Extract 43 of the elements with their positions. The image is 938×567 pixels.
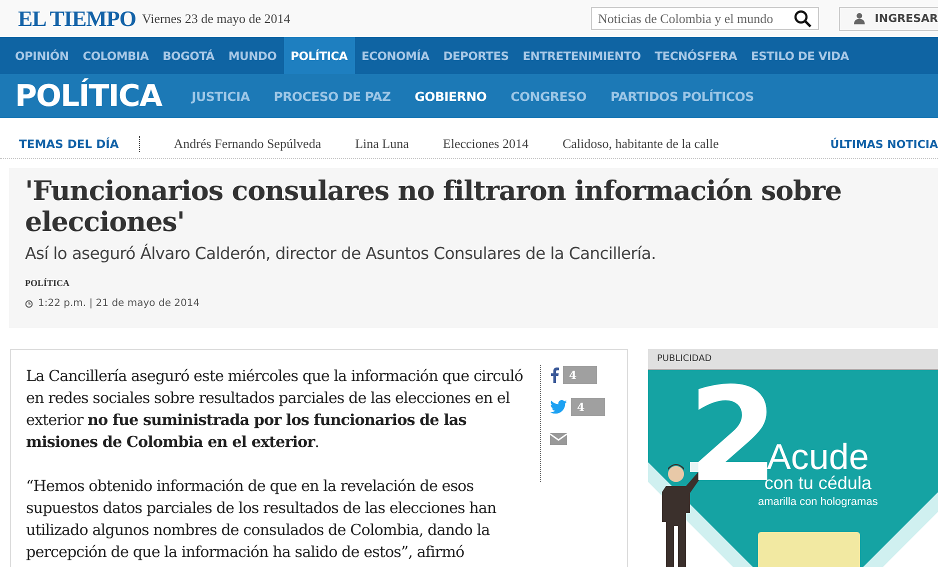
ad-tagline: amarilla con hologramas [758, 496, 878, 508]
subnav-link[interactable]: PROCESO DE PAZ [274, 88, 391, 104]
nav-tab[interactable]: DEPORTES [436, 37, 516, 74]
latest-news-link[interactable]: ÚLTIMAS NOTICIA [830, 138, 938, 150]
article-paragraph: “Hemos obtenido información de que en la revelación de esos supuestos datos parciales de los resultados de las elecciones han utilizado algunos nombres de consulados de Colombia, dando la percepción de que la información ha salido de estos”, afirmó [26, 476, 498, 563]
share-count: 4 [563, 366, 597, 384]
facebook-icon[interactable] [550, 367, 559, 383]
publish-time: 1:22 p.m. | 21 de mayo de 2014 [38, 298, 200, 309]
user-icon [854, 11, 865, 26]
nav-tab[interactable]: OPINIÓN [8, 37, 76, 74]
envelope-icon[interactable] [550, 433, 567, 445]
share-count: 4 [571, 398, 605, 416]
subnav-link[interactable]: JUSTICIA [192, 88, 250, 104]
search-field[interactable]: Noticias de Colombia y el mundo [591, 7, 819, 30]
topic-link[interactable]: Lina Luna [355, 136, 409, 152]
nav-tab[interactable]: ENTRETENIMIENTO [516, 37, 648, 74]
site-logo[interactable]: EL TIEMPO [18, 6, 136, 32]
nav-tab[interactable]: POLÍTICA [284, 37, 355, 74]
login-button[interactable]: INGRESAR [839, 6, 938, 30]
nav-tab[interactable]: MUNDO [221, 37, 284, 74]
search-icon[interactable] [794, 10, 812, 28]
section-label[interactable]: POLÍTICA [25, 278, 70, 288]
section-title: POLÍTICA [15, 78, 162, 114]
bird-icon[interactable] [550, 400, 567, 414]
clock-icon [25, 300, 33, 308]
date-text: Viernes 23 de mayo de 2014 [142, 10, 290, 26]
nav-tab[interactable]: ESTILO DE VIDA [744, 37, 856, 74]
topic-link[interactable]: Elecciones 2014 [442, 136, 528, 152]
ad-headline: Acude [766, 440, 869, 474]
article-paragraph: La Cancillería aseguró este miércoles que la información que circuló en redes sociales sobre resultados parciales de las elecciones en el exterior no fue suministrada por los funcionarios de las misiones de Colombia en el exterior. [26, 366, 524, 453]
subnav-link[interactable]: CONGRESO [510, 88, 587, 104]
article-subtitle: Así lo aseguró Álvaro Calderón, director de Asuntos Consulares de la Cancillería. [25, 244, 657, 263]
nav-tab[interactable]: COLOMBIA [76, 37, 156, 74]
nav-tab[interactable]: TECNÓSFERA [648, 37, 744, 74]
subnav-link[interactable]: PARTIDOS POLÍTICOS [610, 88, 754, 104]
nav-tab[interactable]: BOGOTÁ [156, 37, 222, 74]
subnav-link[interactable]: GOBIERNO [414, 88, 487, 104]
topics-label: TEMAS DEL DÍA [19, 137, 119, 151]
topic-link[interactable]: Calidoso, habitante de la calle [562, 136, 719, 152]
nav-tab[interactable]: ECONOMÍA [354, 37, 436, 74]
topic-link[interactable]: Andrés Fernando Sepúlveda [174, 136, 322, 152]
article-title: 'Funcionarios consulares no filtraron información sobre elecciones' [25, 176, 842, 238]
ad-label: PUBLICIDAD [648, 349, 938, 370]
